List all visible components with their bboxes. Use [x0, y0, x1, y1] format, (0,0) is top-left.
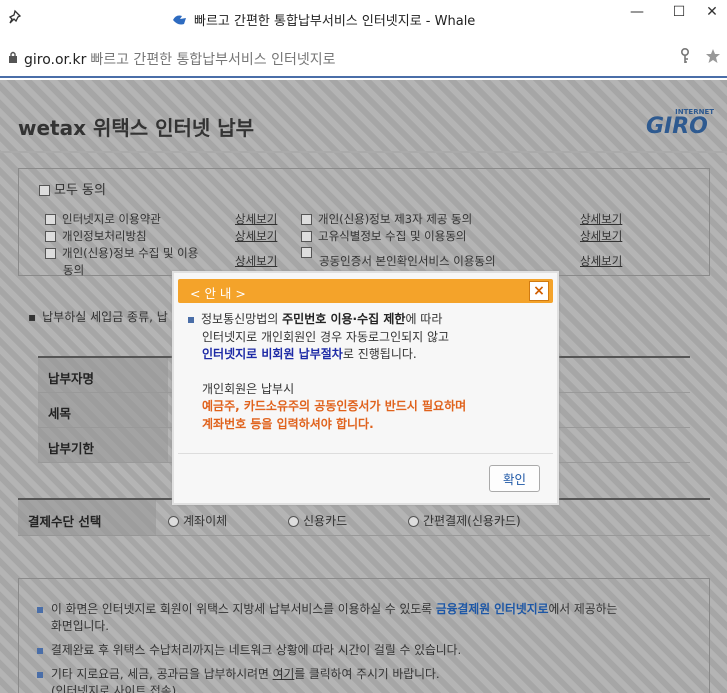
- term-certificate: 공동인증서 본인확인서비스 이용동의: [319, 254, 496, 268]
- term-label: 개인정보처리방침: [62, 229, 147, 243]
- info-text: 결제완료 후 위택스 수납처리까지는 네트워크 상황에 따라 시간이 걸릴 수 …: [51, 643, 462, 657]
- info-highlight: 금융결제원 인터넷지로: [435, 602, 549, 616]
- term-privacy-policy[interactable]: 개인정보처리방침: [45, 228, 147, 244]
- modal-bold-text: 주민번호 이용·수집 제한: [282, 312, 406, 326]
- term-checkbox[interactable]: [45, 248, 56, 259]
- agree-all-checkbox[interactable]: [39, 185, 50, 196]
- pin-icon[interactable]: [8, 9, 26, 27]
- radio-button[interactable]: [168, 516, 179, 527]
- term-checkbox[interactable]: [45, 214, 56, 225]
- window-titlebar: 빠르고 간편한 통합납부서비스 인터넷지로 - Whale — ☐ ✕: [0, 0, 727, 38]
- bookmark-star-icon[interactable]: [705, 48, 721, 68]
- row-header: 세목: [38, 393, 168, 427]
- modal-divider: [178, 453, 553, 454]
- info-line-1: 이 화면은 인터넷지로 회원이 위택스 지방세 납부서비스를 이용하실 수 있도…: [37, 601, 697, 635]
- term-label: 개인(신용)정보 수집 및 이용: [62, 246, 199, 260]
- info-line-3: 기타 지로요금, 세금, 공과금을 납부하시려면 여기를 클릭하여 주시기 바랍…: [37, 666, 697, 693]
- term-terms-of-use[interactable]: 인터넷지로 이용약관: [45, 211, 161, 227]
- lock-icon[interactable]: [8, 51, 18, 67]
- radio-label: 신용카드: [303, 514, 348, 528]
- radio-credit-card[interactable]: 신용카드: [288, 512, 347, 529]
- radio-bank-transfer[interactable]: 계좌이체: [168, 512, 227, 529]
- window-title-text: 빠르고 간편한 통합납부서비스 인터넷지로 - Whale: [194, 14, 476, 29]
- modal-close-button[interactable]: ×: [529, 281, 549, 301]
- term-cert-checkbox-wrap[interactable]: [301, 245, 318, 259]
- row-header: 납부자명: [38, 358, 168, 392]
- ok-button[interactable]: 확인: [489, 465, 540, 492]
- modal-line-1: 정보통신망법의 주민번호 이용·수집 제한에 따라: [188, 311, 548, 329]
- info-text: 이 화면은 인터넷지로 회원이 위택스 지방세 납부서비스를 이용하실 수 있도…: [51, 602, 436, 616]
- modal-title: < 안 내 >: [190, 286, 246, 301]
- page-title: wetax 위택스 인터넷 납부: [18, 116, 255, 140]
- radio-button[interactable]: [408, 516, 419, 527]
- key-icon[interactable]: [680, 47, 690, 68]
- term-unique-id[interactable]: 고유식별정보 수집 및 이용동의: [301, 228, 467, 244]
- bullet-icon: [188, 316, 194, 323]
- giro-logo: INTERNET GIRO: [640, 108, 716, 139]
- url-description: 빠르고 간편한 통합납부서비스 인터넷지로: [90, 52, 336, 68]
- here-link[interactable]: 여기: [273, 667, 295, 681]
- modal-text: 에 따라: [405, 312, 443, 326]
- modal-line-5: 예금주, 카드소유주의 공동인증서가 반드시 필요하며: [202, 399, 467, 413]
- term-checkbox[interactable]: [45, 231, 56, 242]
- detail-link[interactable]: 상세보기: [580, 253, 622, 269]
- info-text: 화면입니다.: [51, 619, 110, 633]
- bottom-info-box: 이 화면은 인터넷지로 회원이 위택스 지방세 납부서비스를 이용하실 수 있도…: [18, 578, 710, 693]
- detail-link[interactable]: 상세보기: [235, 228, 277, 244]
- agreement-box: 모두 동의 인터넷지로 이용약관 개인정보처리방침 개인(신용)정보 수집 및 …: [18, 168, 710, 277]
- radio-label: 간편결제(신용카드): [423, 514, 521, 528]
- info-text: 기타 지로요금, 세금, 공과금을 납부하시려면: [51, 667, 273, 681]
- modal-text: 정보통신망법의: [201, 312, 283, 326]
- giro-favicon-icon: [172, 14, 188, 26]
- term-checkbox[interactable]: [301, 247, 312, 258]
- info-text: 를 클릭하여 주시기 바랍니다.: [294, 667, 440, 681]
- bullet-icon: [37, 671, 43, 678]
- modal-line-2: 인터넷지로 개인회원인 경우 자동로그인되지 않고: [202, 329, 450, 344]
- detail-link[interactable]: 상세보기: [235, 211, 277, 227]
- detail-link[interactable]: 상세보기: [235, 253, 277, 269]
- radio-label: 계좌이체: [183, 514, 228, 528]
- modal-header: < 안 내 > ×: [178, 279, 553, 303]
- info-text: (인터넷지로 사이트 접속): [51, 684, 177, 693]
- term-consent-suffix: 동의: [63, 263, 85, 277]
- bullet-icon: [37, 606, 43, 613]
- notice-modal: < 안 내 > × 정보통신망법의 주민번호 이용·수집 제한에 따라 인터넷지…: [172, 271, 559, 505]
- radio-easy-pay[interactable]: 간편결제(신용카드): [408, 512, 521, 529]
- page-header: wetax 위택스 인터넷 납부 INTERNET GIRO: [0, 80, 727, 153]
- modal-line-3: 인터넷지로 비회원 납부절차로 진행됩니다.: [188, 346, 548, 364]
- detail-link[interactable]: 상세보기: [580, 211, 622, 227]
- term-credit-info-collect[interactable]: 개인(신용)정보 수집 및 이용: [45, 245, 198, 261]
- row-header: 납부기한: [38, 428, 168, 462]
- modal-text: 로 진행됩니다.: [342, 347, 417, 361]
- detail-link[interactable]: 상세보기: [580, 228, 622, 244]
- url-text[interactable]: giro.or.kr 빠르고 간편한 통합납부서비스 인터넷지로: [24, 49, 336, 69]
- term-label: 인터넷지로 이용약관: [62, 212, 161, 226]
- bullet-icon: [37, 647, 43, 654]
- address-bar[interactable]: giro.or.kr 빠르고 간편한 통합납부서비스 인터넷지로: [0, 38, 727, 78]
- term-checkbox[interactable]: [301, 214, 312, 225]
- window-title: 빠르고 간편한 통합납부서비스 인터넷지로 - Whale: [172, 10, 475, 29]
- modal-blue-text: 인터넷지로 비회원 납부절차: [202, 347, 343, 361]
- close-window-button[interactable]: ✕: [697, 4, 727, 24]
- radio-button[interactable]: [288, 516, 299, 527]
- info-line-2: 결제완료 후 위택스 수납처리까지는 네트워크 상황에 따라 시간이 걸릴 수 …: [37, 642, 697, 659]
- modal-line-4: 개인회원은 납부시: [202, 381, 295, 396]
- payment-notice: 납부하실 세입금 종류, 납: [28, 308, 168, 325]
- modal-line-6: 계좌번호 등을 입력하셔야 합니다.: [202, 416, 374, 431]
- info-text: 에서 제공하는: [548, 602, 618, 616]
- term-label: 개인(신용)정보 제3자 제공 동의: [318, 212, 473, 226]
- agree-all[interactable]: 모두 동의: [39, 179, 106, 198]
- url-domain: giro.or.kr: [24, 52, 87, 68]
- modal-body: 정보통신망법의 주민번호 이용·수집 제한에 따라 인터넷지로 개인회원인 경우…: [188, 311, 548, 433]
- minimize-button[interactable]: —: [622, 4, 652, 24]
- term-third-party[interactable]: 개인(신용)정보 제3자 제공 동의: [301, 211, 472, 227]
- term-checkbox[interactable]: [301, 231, 312, 242]
- maximize-button[interactable]: ☐: [664, 4, 694, 24]
- payment-method-header: 결제수단 선택: [18, 500, 156, 536]
- term-label: 고유식별정보 수집 및 이용동의: [318, 229, 467, 243]
- agree-all-label: 모두 동의: [54, 183, 106, 198]
- logo-giro-text: GIRO: [646, 114, 708, 139]
